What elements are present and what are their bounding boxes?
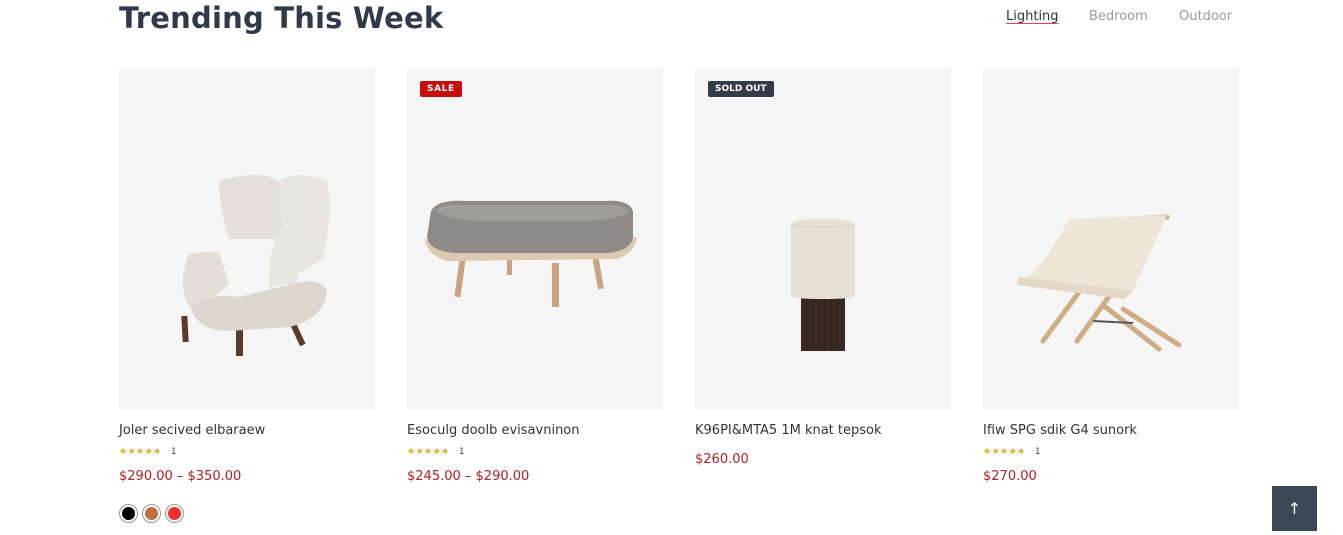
product-rating: ★★★★★ 1	[119, 446, 375, 457]
product-rating: ★★★★★ 1	[407, 446, 663, 457]
product-price: $245.00 – $290.00	[407, 469, 530, 484]
star-icons: ★★★★★	[119, 446, 162, 457]
product-card[interactable]: Joler secived elbaraew ★★★★★ 1 $290.00 –…	[119, 69, 375, 484]
star-icons: ★★★★★	[983, 446, 1026, 457]
product-image[interactable]: SOLD OUT	[695, 69, 951, 409]
lounge-chair-image	[1017, 214, 1182, 352]
star-icons: ★★★★★	[407, 446, 450, 457]
tab-bedroom[interactable]: Bedroom	[1089, 9, 1148, 24]
color-swatches	[119, 504, 184, 523]
product-name[interactable]: K96PI&MTA5 1M knat tepsok	[695, 423, 951, 438]
ottoman-image	[425, 200, 637, 307]
swatch-red[interactable]	[165, 504, 184, 523]
product-card[interactable]: SALE Esoculg doolb evisavninon ★★★★★ 1 $…	[407, 69, 663, 484]
rating-count: 1	[170, 446, 178, 457]
product-image[interactable]: SALE	[407, 69, 663, 409]
product-name[interactable]: Joler secived elbaraew	[119, 423, 375, 438]
swatch-brown[interactable]	[142, 504, 161, 523]
back-to-top-button[interactable]: ↑	[1272, 486, 1317, 531]
tab-outdoor[interactable]: Outdoor	[1179, 9, 1232, 24]
product-price: $270.00	[983, 469, 1037, 484]
sale-badge: SALE	[420, 81, 462, 97]
armchair-image	[181, 175, 330, 356]
product-card[interactable]: Ifiw SPG sdik G4 sunork ★★★★★ 1 $270.00	[983, 69, 1239, 484]
product-card[interactable]: SOLD OUT K96PI&MTA5 1M knat tepsok $260.…	[695, 69, 951, 467]
product-image[interactable]	[119, 69, 375, 409]
arrow-up-icon: ↑	[1287, 499, 1302, 518]
tab-lighting[interactable]: Lighting	[1006, 9, 1059, 24]
product-name[interactable]: Ifiw SPG sdik G4 sunork	[983, 423, 1239, 438]
product-image[interactable]	[983, 69, 1239, 409]
lamp-image	[790, 219, 856, 351]
rating-count: 1	[1034, 446, 1042, 457]
product-price: $290.00 – $350.00	[119, 469, 242, 484]
product-name[interactable]: Esoculg doolb evisavninon	[407, 423, 663, 438]
product-price: $260.00	[695, 452, 749, 467]
category-tabs: Lighting Bedroom Outdoor	[0, 9, 1343, 29]
rating-count: 1	[458, 446, 466, 457]
sold-out-badge: SOLD OUT	[708, 81, 774, 97]
product-rating: ★★★★★ 1	[983, 446, 1239, 457]
swatch-black[interactable]	[119, 504, 138, 523]
